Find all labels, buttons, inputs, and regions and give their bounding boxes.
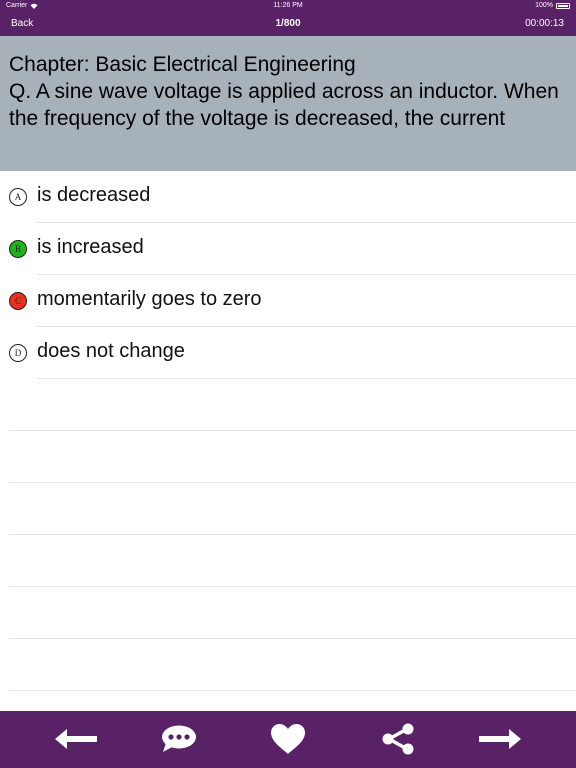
empty-list-area — [0, 379, 576, 691]
empty-row — [0, 483, 576, 535]
share-icon — [382, 723, 414, 755]
elapsed-timer: 00:00:13 — [525, 18, 564, 29]
next-button[interactable] — [476, 721, 524, 757]
battery-icon — [556, 2, 570, 9]
question-panel: Chapter: Basic Electrical Engineering Q.… — [0, 36, 576, 171]
question-text: Q. A sine wave voltage is applied across… — [9, 80, 559, 130]
comment-button[interactable] — [155, 721, 203, 757]
empty-row — [0, 535, 576, 587]
arrow-right-icon — [479, 729, 521, 749]
option-b[interactable]: B is increased — [0, 223, 576, 275]
status-time: 11:26 PM — [273, 2, 303, 9]
option-c-text: momentarily goes to zero — [37, 288, 262, 310]
empty-row — [0, 587, 576, 639]
option-d-text: does not change — [37, 340, 185, 362]
empty-row — [0, 639, 576, 691]
share-button[interactable] — [374, 721, 422, 757]
option-c-marker: C — [9, 292, 27, 310]
battery-percent: 100% — [535, 2, 553, 9]
empty-row — [0, 379, 576, 431]
bottom-toolbar — [0, 711, 576, 768]
option-c[interactable]: C momentarily goes to zero — [0, 275, 576, 327]
arrow-left-icon — [55, 729, 97, 749]
comment-icon — [162, 725, 196, 752]
top-bar: Carrier 11:26 PM 100% Back 1/800 00:00:1… — [0, 0, 576, 36]
favorite-button[interactable] — [264, 721, 312, 757]
previous-button[interactable] — [52, 721, 100, 757]
option-d-marker: D — [9, 344, 27, 362]
option-a-marker: A — [9, 188, 27, 206]
option-b-text: is increased — [37, 236, 144, 258]
status-bar: Carrier 11:26 PM 100% — [0, 0, 576, 12]
option-a-text: is decreased — [37, 184, 151, 206]
empty-row — [0, 431, 576, 483]
options-list: A is decreased B is increased C momentar… — [0, 171, 576, 379]
nav-bar: Back 1/800 00:00:13 — [0, 14, 576, 34]
option-d[interactable]: D does not change — [0, 327, 576, 379]
option-a[interactable]: A is decreased — [0, 171, 576, 223]
question-counter: 1/800 — [275, 18, 301, 29]
heart-icon — [271, 724, 305, 754]
option-b-marker: B — [9, 240, 27, 258]
chapter-title: Chapter: Basic Electrical Engineering — [9, 53, 356, 76]
